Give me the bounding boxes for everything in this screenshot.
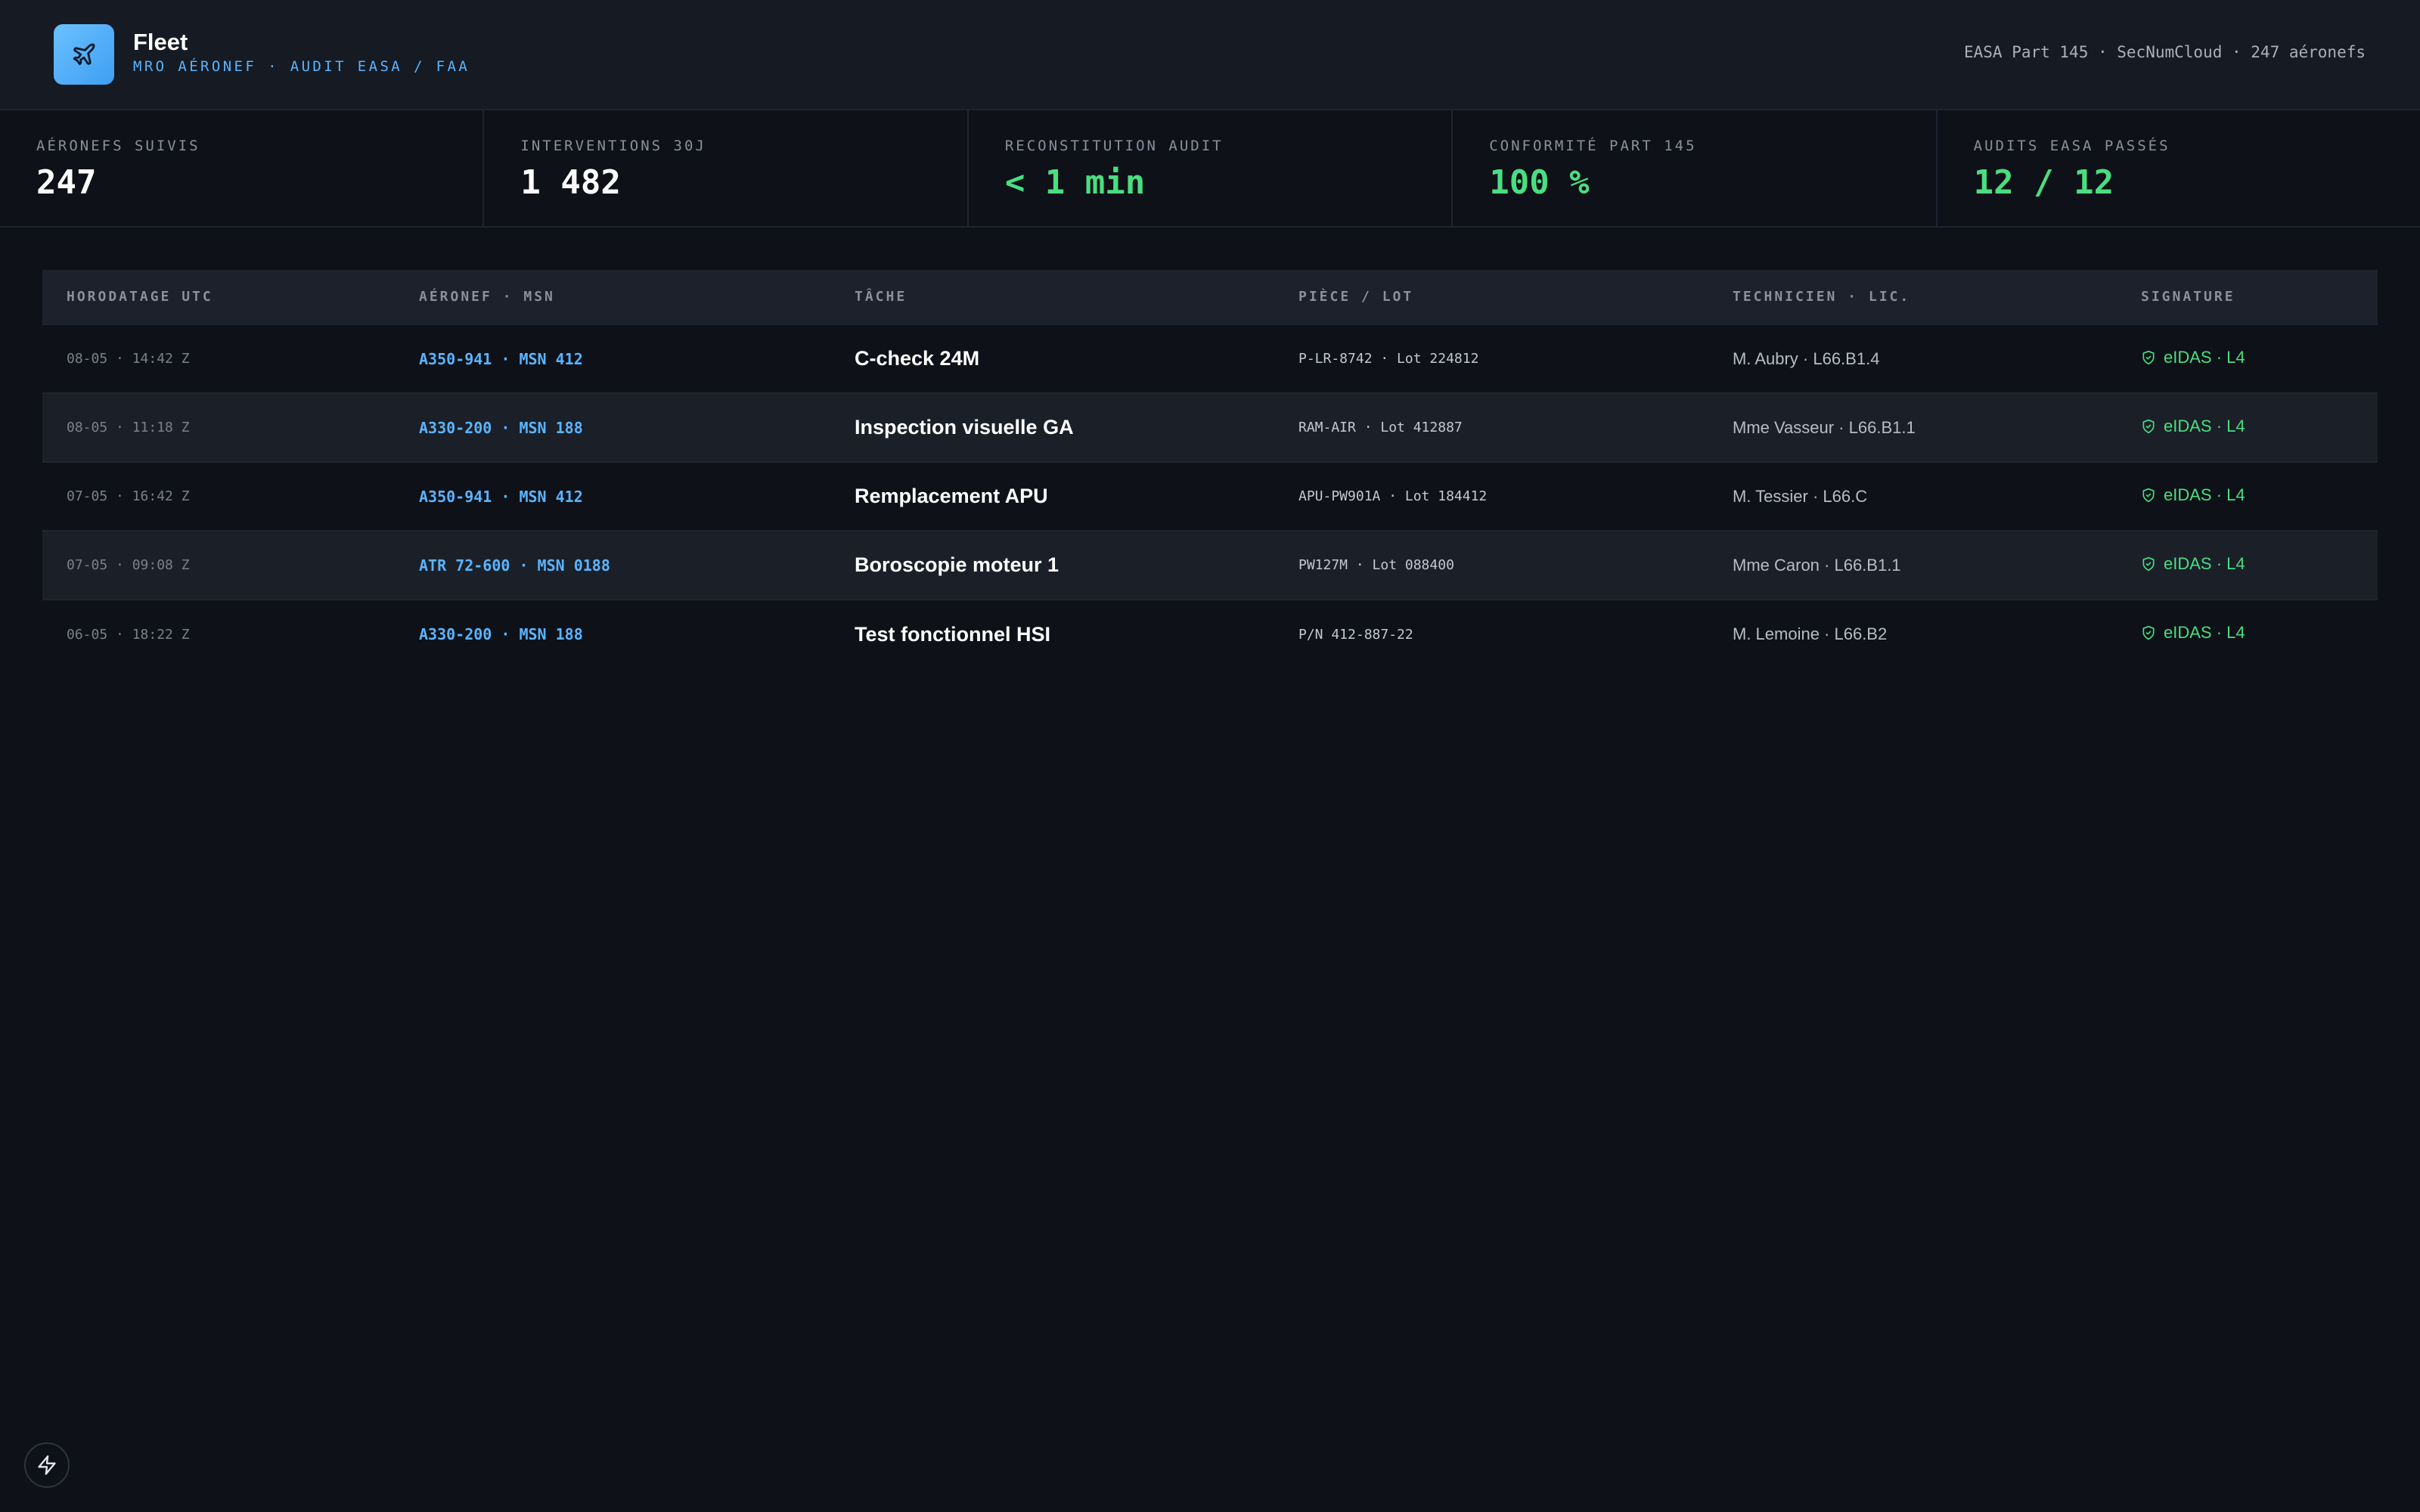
stat-aircraft-tracked: AÉRONEFS SUIVIS 247 bbox=[0, 110, 485, 226]
cell-part: P/N 412-887-22 bbox=[1298, 626, 1413, 643]
column-header-timestamp[interactable]: HORODATAGE UTC bbox=[42, 270, 395, 324]
app-subtitle: MRO AÉRONEF · AUDIT EASA / FAA bbox=[133, 58, 470, 75]
cell-aircraft-link[interactable]: A350-941 · MSN 412 bbox=[395, 324, 830, 393]
header-meta: EASA Part 145 · SecNumCloud · 247 aérone… bbox=[1963, 43, 2366, 61]
cell-signature: eIDAS · L4 bbox=[2117, 393, 2378, 462]
shield-check-icon bbox=[2142, 419, 2155, 433]
cell-signature: eIDAS · L4 bbox=[2117, 324, 2378, 393]
column-header-part[interactable]: PIÈCE / LOT bbox=[1274, 270, 1708, 324]
stat-part145-compliance: CONFORMITÉ PART 145 100 % bbox=[1453, 110, 1938, 226]
cell-part: APU-PW901A · Lot 184412 bbox=[1298, 488, 1488, 504]
stat-value: < 1 min bbox=[1004, 163, 1146, 202]
quick-action-button[interactable] bbox=[24, 1442, 70, 1488]
stat-value: 12 / 12 bbox=[1973, 163, 2114, 202]
cell-technician: M. Aubry · L66.B1.4 bbox=[1733, 349, 1880, 368]
cell-timestamp: 06-05 · 18:22 Z bbox=[67, 626, 190, 643]
cell-timestamp: 08-05 · 14:42 Z bbox=[67, 351, 190, 367]
column-header-task[interactable]: TÂCHE bbox=[830, 270, 1274, 324]
lightning-icon bbox=[38, 1455, 56, 1475]
cell-technician: M. Tessier · L66.C bbox=[1733, 486, 1868, 506]
stat-label: RECONSTITUTION AUDIT bbox=[1004, 138, 1224, 154]
cell-technician: Mme Vasseur · L66.B1.1 bbox=[1733, 417, 1916, 437]
shield-check-icon bbox=[2142, 625, 2155, 640]
cell-timestamp: 07-05 · 09:08 Z bbox=[67, 557, 190, 573]
stat-label: AÉRONEFS SUIVIS bbox=[36, 138, 200, 154]
table-row[interactable]: 07-05 · 09:08 Z ATR 72-600 · MSN 0188 Bo… bbox=[42, 531, 2378, 600]
column-header-technician[interactable]: TECHNICIEN · LIC. bbox=[1708, 270, 2117, 324]
stat-value: 1 482 bbox=[520, 163, 621, 202]
cell-aircraft-link[interactable]: A350-941 · MSN 412 bbox=[395, 462, 830, 531]
column-header-aircraft[interactable]: AÉRONEF · MSN bbox=[395, 270, 830, 324]
cell-aircraft-link[interactable]: ATR 72-600 · MSN 0188 bbox=[395, 531, 830, 600]
stat-interventions: INTERVENTIONS 30J 1 482 bbox=[484, 110, 969, 226]
stat-value: 100 % bbox=[1489, 163, 1590, 202]
cell-part: P-LR-8742 · Lot 224812 bbox=[1298, 351, 1479, 367]
stat-label: INTERVENTIONS 30J bbox=[520, 138, 706, 154]
table-row[interactable]: 07-05 · 16:42 Z A350-941 · MSN 412 Rempl… bbox=[42, 462, 2378, 531]
cell-technician: M. Lemoine · L66.B2 bbox=[1733, 624, 1888, 643]
stats-bar: AÉRONEFS SUIVIS 247 INTERVENTIONS 30J 1 … bbox=[0, 110, 2420, 228]
column-header-signature[interactable]: SIGNATURE bbox=[2117, 270, 2378, 324]
app-title: Fleet bbox=[133, 29, 188, 55]
stat-audit-reconstitution: RECONSTITUTION AUDIT < 1 min bbox=[969, 110, 1454, 226]
cell-signature: eIDAS · L4 bbox=[2117, 531, 2378, 600]
signature-label: eIDAS · L4 bbox=[2164, 416, 2245, 435]
signature-label: eIDAS · L4 bbox=[2164, 485, 2245, 504]
shield-check-icon bbox=[2142, 556, 2155, 571]
cell-part: PW127M · Lot 088400 bbox=[1298, 557, 1454, 573]
stat-label: AUDITS EASA PASSÉS bbox=[1973, 138, 2170, 154]
stat-label: CONFORMITÉ PART 145 bbox=[1489, 138, 1697, 154]
cell-timestamp: 08-05 · 11:18 Z bbox=[67, 420, 190, 435]
maintenance-log-table: HORODATAGE UTC AÉRONEF · MSN TÂCHE PIÈCE… bbox=[42, 270, 2378, 668]
signature-label: eIDAS · L4 bbox=[2164, 347, 2245, 367]
cell-aircraft-link[interactable]: A330-200 · MSN 188 bbox=[395, 600, 830, 668]
cell-task: Remplacement APU bbox=[855, 485, 1048, 507]
table-row[interactable]: 08-05 · 11:18 Z A330-200 · MSN 188 Inspe… bbox=[42, 393, 2378, 462]
app-logo bbox=[54, 24, 114, 85]
cell-timestamp: 07-05 · 16:42 Z bbox=[67, 488, 190, 504]
signature-label: eIDAS · L4 bbox=[2164, 553, 2245, 573]
table-row[interactable]: 08-05 · 14:42 Z A350-941 · MSN 412 C-che… bbox=[42, 324, 2378, 393]
cell-signature: eIDAS · L4 bbox=[2117, 462, 2378, 531]
shield-check-icon bbox=[2142, 488, 2155, 502]
shield-check-icon bbox=[2142, 350, 2155, 364]
cell-task: C-check 24M bbox=[855, 347, 980, 370]
table-row[interactable]: 06-05 · 18:22 Z A330-200 · MSN 188 Test … bbox=[42, 600, 2378, 668]
table-header-row: HORODATAGE UTC AÉRONEF · MSN TÂCHE PIÈCE… bbox=[42, 270, 2378, 324]
stat-easa-audits: AUDITS EASA PASSÉS 12 / 12 bbox=[1938, 110, 2420, 226]
cell-aircraft-link[interactable]: A330-200 · MSN 188 bbox=[395, 393, 830, 462]
cell-task: Test fonctionnel HSI bbox=[855, 622, 1051, 646]
stat-value: 247 bbox=[36, 163, 97, 202]
cell-task: Inspection visuelle GA bbox=[855, 416, 1074, 438]
airplane-icon bbox=[73, 43, 95, 66]
cell-signature: eIDAS · L4 bbox=[2117, 600, 2378, 668]
cell-task: Boroscopie moteur 1 bbox=[855, 553, 1060, 576]
cell-part: RAM-AIR · Lot 412887 bbox=[1298, 420, 1463, 435]
cell-technician: Mme Caron · L66.B1.1 bbox=[1733, 555, 1901, 575]
app-header: Fleet MRO AÉRONEF · AUDIT EASA / FAA EAS… bbox=[0, 0, 2420, 110]
signature-label: eIDAS · L4 bbox=[2164, 623, 2245, 642]
